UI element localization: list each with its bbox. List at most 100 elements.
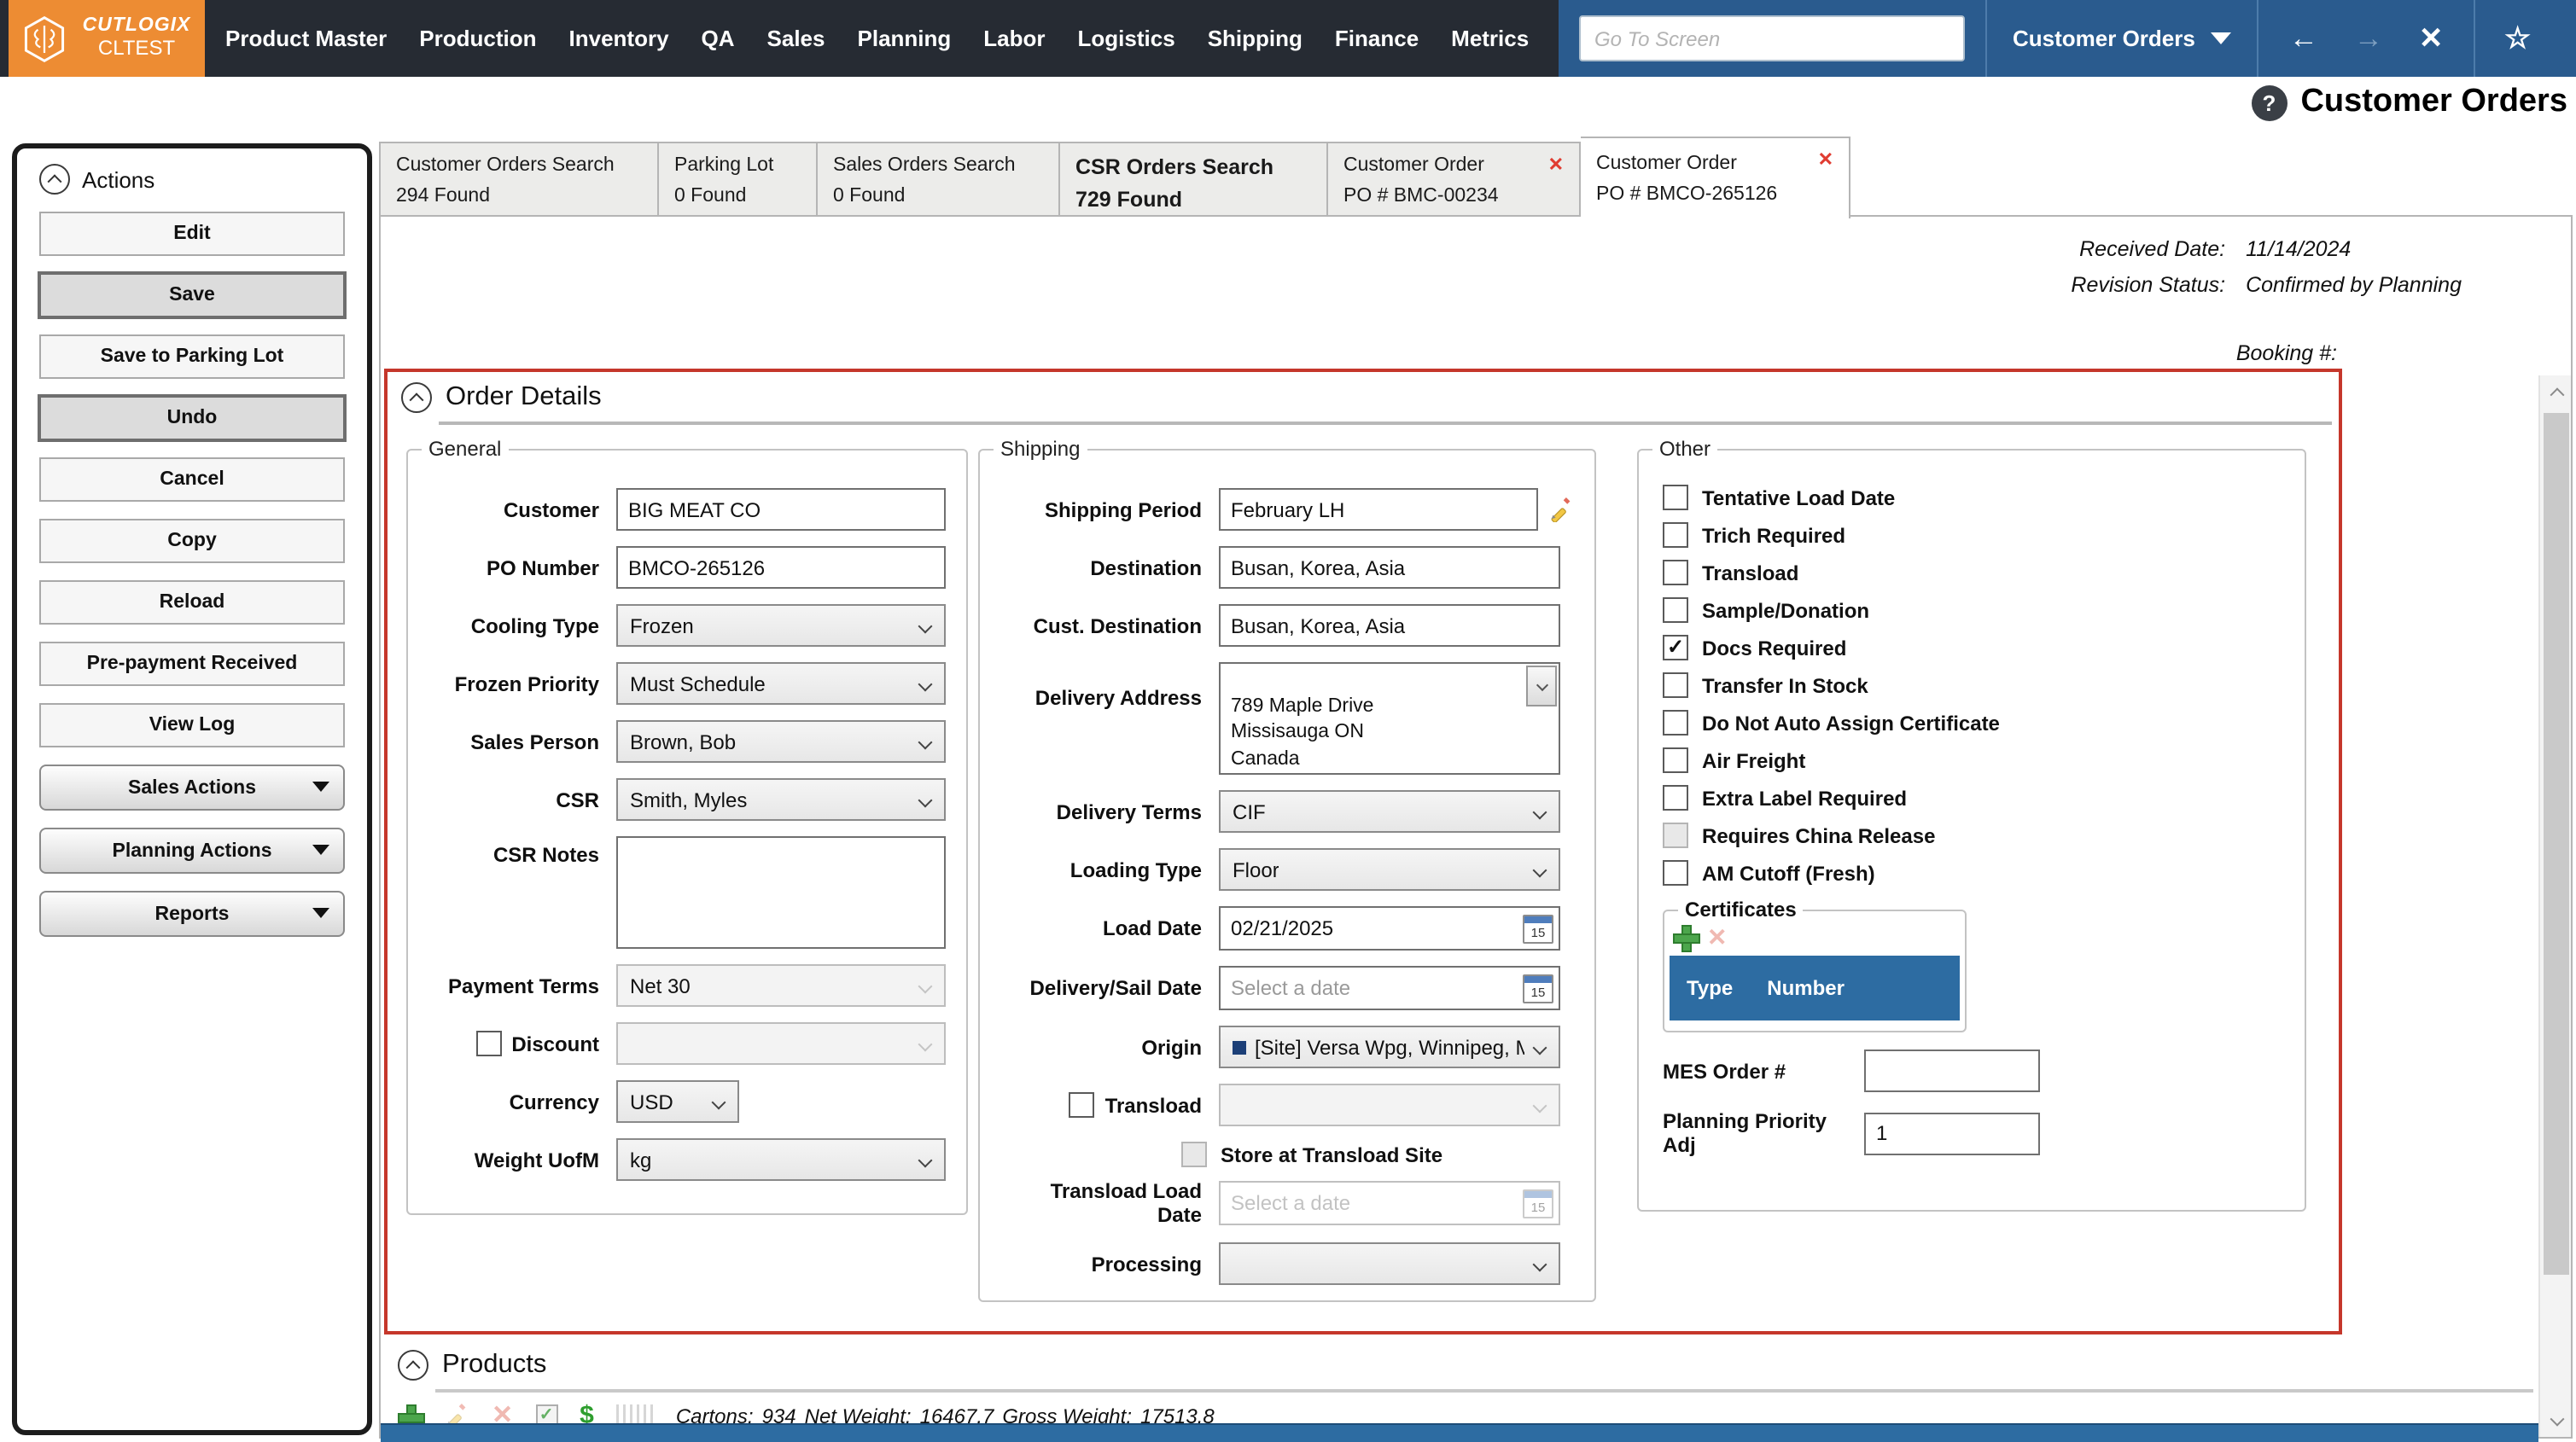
delivery-sail-date-input[interactable]: Select a date 15 bbox=[1219, 966, 1560, 1010]
planning-priority-adj-input[interactable] bbox=[1864, 1112, 2040, 1154]
menu-production[interactable]: Production bbox=[419, 26, 536, 51]
cooling-type-label: Cooling Type bbox=[428, 613, 616, 637]
scroll-up-button[interactable] bbox=[2540, 375, 2573, 408]
save-button[interactable]: Save bbox=[39, 273, 345, 317]
docs-required-checkbox[interactable]: ✓ bbox=[1663, 635, 1688, 660]
document-tabs: Customer Orders Search 294 Found Parking… bbox=[379, 135, 1850, 217]
air-freight-checkbox[interactable]: ✓ bbox=[1663, 747, 1688, 773]
discount-checkbox[interactable]: ✓ bbox=[475, 1031, 501, 1056]
menu-planning[interactable]: Planning bbox=[858, 26, 952, 51]
favorite-star-icon[interactable]: ☆ bbox=[2504, 21, 2531, 55]
menu-product-master[interactable]: Product Master bbox=[225, 26, 387, 51]
tab-close-icon[interactable]: ✕ bbox=[1818, 147, 1833, 176]
menu-finance[interactable]: Finance bbox=[1335, 26, 1419, 51]
origin-select[interactable]: [Site] Versa Wpg, Winnipeg, Ma bbox=[1219, 1026, 1560, 1068]
transload-other-checkbox[interactable]: ✓ bbox=[1663, 560, 1688, 585]
tab-customer-order-bmc-00234[interactable]: Customer Order PO # BMC-00234 ✕ bbox=[1328, 142, 1581, 217]
edit-shipping-period-icon[interactable] bbox=[1548, 497, 1574, 522]
processing-select[interactable] bbox=[1219, 1242, 1560, 1285]
edit-button[interactable]: Edit bbox=[39, 212, 345, 256]
scrollbar-thumb[interactable] bbox=[2544, 413, 2569, 1275]
delivery-sail-date-label: Delivery/Sail Date bbox=[1000, 976, 1219, 1000]
collapse-order-details-icon[interactable] bbox=[401, 382, 432, 413]
tab-parking-lot[interactable]: Parking Lot 0 Found bbox=[659, 142, 818, 217]
do-not-auto-assign-certificate-label: Do Not Auto Assign Certificate bbox=[1702, 711, 2000, 735]
transfer-in-stock-checkbox[interactable]: ✓ bbox=[1663, 672, 1688, 698]
shipping-period-input[interactable] bbox=[1219, 488, 1538, 531]
vertical-scrollbar[interactable] bbox=[2538, 375, 2571, 1437]
menu-sales[interactable]: Sales bbox=[767, 26, 825, 51]
copy-button[interactable]: Copy bbox=[39, 519, 345, 563]
load-date-input[interactable]: 02/21/2025 15 bbox=[1219, 906, 1560, 951]
cust-destination-input[interactable] bbox=[1219, 604, 1560, 647]
site-marker-icon bbox=[1233, 1040, 1246, 1054]
view-log-button[interactable]: View Log bbox=[39, 703, 345, 747]
do-not-auto-assign-certificate-checkbox[interactable]: ✓ bbox=[1663, 710, 1688, 736]
menu-inventory[interactable]: Inventory bbox=[569, 26, 669, 51]
menu-shipping[interactable]: Shipping bbox=[1208, 26, 1303, 51]
screen-selector-dropdown[interactable]: Customer Orders bbox=[1987, 0, 2257, 77]
nav-right-section: Customer Orders ← → ✕ ☆ bbox=[1559, 0, 2576, 77]
menu-metrics[interactable]: Metrics bbox=[1451, 26, 1529, 51]
transload-checkbox[interactable]: ✓ bbox=[1069, 1092, 1095, 1118]
currency-select[interactable]: USD bbox=[616, 1080, 739, 1123]
chevron-down-icon bbox=[918, 794, 933, 808]
destination-input[interactable] bbox=[1219, 546, 1560, 589]
delivery-address-box[interactable]: 789 Maple Drive Missisauga ON Canada L4T… bbox=[1219, 662, 1560, 775]
back-icon[interactable]: ← bbox=[2289, 21, 2318, 55]
tentative-load-date-checkbox[interactable]: ✓ bbox=[1663, 485, 1688, 510]
reload-button[interactable]: Reload bbox=[39, 580, 345, 625]
collapse-products-icon[interactable] bbox=[398, 1350, 428, 1381]
frozen-priority-select[interactable]: Must Schedule bbox=[616, 662, 946, 705]
calendar-icon[interactable]: 15 bbox=[1523, 914, 1553, 943]
sales-person-select[interactable]: Brown, Bob bbox=[616, 720, 946, 763]
cooling-type-select[interactable]: Frozen bbox=[616, 604, 946, 647]
forward-icon[interactable]: → bbox=[2354, 21, 2383, 55]
tab-result-count: 0 Found bbox=[674, 183, 801, 213]
sales-actions-menu-button[interactable]: Sales Actions bbox=[39, 765, 345, 811]
csr-select[interactable]: Smith, Myles bbox=[616, 778, 946, 821]
app-logo[interactable]: CUTLOGIX CLTEST bbox=[9, 0, 205, 77]
weight-uofm-select[interactable]: kg bbox=[616, 1138, 946, 1181]
extra-label-required-checkbox[interactable]: ✓ bbox=[1663, 785, 1688, 811]
help-icon[interactable]: ? bbox=[2251, 84, 2287, 120]
requires-china-release-label: Requires China Release bbox=[1702, 823, 1935, 847]
reports-menu-button[interactable]: Reports bbox=[39, 891, 345, 937]
add-certificate-icon[interactable] bbox=[1673, 925, 1697, 949]
processing-label: Processing bbox=[1000, 1252, 1219, 1276]
delivery-address-dropdown-button[interactable] bbox=[1526, 666, 1557, 706]
tab-csr-orders-search[interactable]: CSR Orders Search 729 Found bbox=[1060, 142, 1328, 217]
tab-close-icon[interactable]: ✕ bbox=[1548, 152, 1564, 181]
save-to-parking-lot-button[interactable]: Save to Parking Lot bbox=[39, 334, 345, 379]
mes-order-input[interactable] bbox=[1864, 1050, 2040, 1092]
scroll-down-button[interactable] bbox=[2540, 1404, 2573, 1437]
trich-required-checkbox[interactable]: ✓ bbox=[1663, 522, 1688, 548]
customer-input[interactable] bbox=[616, 488, 946, 531]
discount-label-cell: ✓ Discount bbox=[428, 1031, 616, 1056]
sample-donation-checkbox[interactable]: ✓ bbox=[1663, 597, 1688, 623]
menu-qa[interactable]: QA bbox=[702, 26, 735, 51]
collapse-actions-icon[interactable] bbox=[39, 164, 70, 195]
order-details-header: Order Details bbox=[401, 382, 612, 413]
menu-logistics[interactable]: Logistics bbox=[1078, 26, 1175, 51]
chevron-down-icon bbox=[712, 1096, 726, 1110]
po-number-input[interactable] bbox=[616, 546, 946, 589]
planning-actions-menu-button[interactable]: Planning Actions bbox=[39, 828, 345, 874]
pre-payment-received-button[interactable]: Pre-payment Received bbox=[39, 642, 345, 686]
go-to-screen-input[interactable] bbox=[1579, 15, 1965, 61]
chevron-down-icon bbox=[918, 677, 933, 692]
calendar-icon[interactable]: 15 bbox=[1523, 974, 1553, 1003]
csr-notes-textarea[interactable] bbox=[616, 836, 946, 949]
delete-certificate-icon[interactable]: ✕ bbox=[1707, 925, 1727, 949]
transload-label: Transload bbox=[1105, 1093, 1202, 1117]
menu-labor[interactable]: Labor bbox=[983, 26, 1045, 51]
tab-sales-orders-search[interactable]: Sales Orders Search 0 Found bbox=[818, 142, 1060, 217]
loading-type-select[interactable]: Floor bbox=[1219, 848, 1560, 891]
delivery-terms-select[interactable]: CIF bbox=[1219, 790, 1560, 833]
tab-customer-order-bmco-265126[interactable]: Customer Order PO # BMCO-265126 ✕ bbox=[1581, 137, 1850, 218]
close-screen-icon[interactable]: ✕ bbox=[2419, 21, 2444, 55]
undo-button[interactable]: Undo bbox=[39, 396, 345, 440]
cancel-button[interactable]: Cancel bbox=[39, 457, 345, 502]
am-cutoff-fresh-checkbox[interactable]: ✓ bbox=[1663, 860, 1688, 886]
tab-customer-orders-search[interactable]: Customer Orders Search 294 Found bbox=[379, 142, 659, 217]
